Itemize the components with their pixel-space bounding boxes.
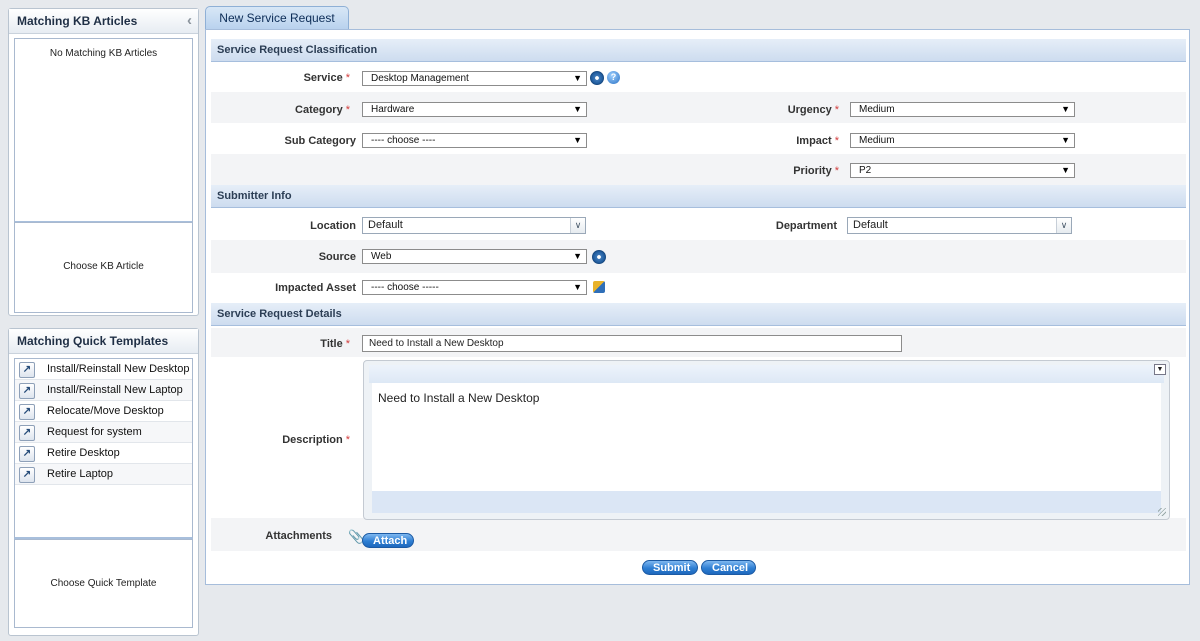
category-label: Category *	[295, 104, 350, 116]
description-label: Description *	[282, 434, 350, 446]
title-label: Title *	[320, 338, 350, 350]
tab-new-service-request[interactable]: New Service Request	[205, 6, 349, 29]
kb-article-preview: Choose KB Article	[14, 222, 193, 313]
cancel-button[interactable]: Cancel	[701, 560, 756, 575]
shortcut-arrow-icon: ↗	[19, 362, 35, 378]
kb-articles-list: No Matching KB Articles	[14, 38, 193, 223]
service-request-form: Service Request Classification Service * …	[205, 29, 1190, 585]
choose-quick-template-text: Choose Quick Template	[50, 578, 157, 589]
kb-panel-title: Matching KB Articles	[17, 14, 138, 28]
template-item[interactable]: ↗ Retire Desktop	[15, 443, 192, 464]
template-item[interactable]: ↗ Relocate/Move Desktop	[15, 401, 192, 422]
source-select[interactable]: Web ▼	[362, 249, 587, 264]
urgency-select[interactable]: Medium ▼	[850, 102, 1075, 117]
service-label: Service *	[303, 72, 350, 84]
shortcut-arrow-icon: ↗	[19, 383, 35, 399]
description-editor: ▼ Need to Install a New Desktop	[363, 360, 1170, 520]
submit-button[interactable]: Submit	[642, 560, 698, 575]
kb-panel-header: Matching KB Articles ‹	[9, 9, 198, 34]
shortcut-arrow-icon: ↗	[19, 425, 35, 441]
attachments-label: Attachments	[265, 530, 332, 542]
impacted-asset-label: Impacted Asset	[275, 282, 356, 294]
templates-list: ↗ Install/Reinstall New Desktop ↗ Install/…	[14, 358, 193, 539]
kb-articles-panel: Matching KB Articles ‹ No Matching KB Ar…	[8, 8, 199, 316]
quick-templates-panel: Matching Quick Templates ↗ Install/Reinst…	[8, 328, 199, 636]
priority-select[interactable]: P2 ▼	[850, 163, 1075, 178]
template-item[interactable]: ↗ Install/Reinstall New Desktop	[15, 359, 192, 380]
templates-panel-title: Matching Quick Templates	[17, 334, 169, 348]
gear-icon[interactable]	[592, 250, 606, 264]
kb-empty-message: No Matching KB Articles	[49, 48, 158, 59]
shortcut-arrow-icon: ↗	[19, 446, 35, 462]
location-combo[interactable]: Default ∨	[362, 217, 586, 234]
shortcut-arrow-icon: ↗	[19, 404, 35, 420]
description-textarea[interactable]: Need to Install a New Desktop	[372, 383, 1161, 491]
submitter-section-header: Submitter Info	[211, 185, 1186, 208]
service-select[interactable]: Desktop Management ▼	[362, 71, 587, 86]
source-label: Source	[318, 251, 356, 263]
templates-panel-header: Matching Quick Templates	[9, 329, 198, 354]
editor-footer	[372, 491, 1161, 513]
sub-category-select[interactable]: ---- choose ---- ▼	[362, 133, 587, 148]
location-label: Location	[310, 220, 356, 232]
template-preview: Choose Quick Template	[14, 539, 193, 628]
template-item[interactable]: ↗ Install/Reinstall New Laptop	[15, 380, 192, 401]
row-band	[211, 240, 1186, 273]
impact-label: Impact *	[796, 135, 839, 147]
details-section-header: Service Request Details	[211, 303, 1186, 326]
editor-menu-toggle-icon[interactable]: ▼	[1154, 364, 1166, 375]
editor-toolbar	[369, 365, 1164, 383]
attach-button[interactable]: Attach	[362, 533, 414, 548]
resize-grip-icon[interactable]	[1158, 508, 1166, 516]
template-item[interactable]: ↗ Retire Laptop	[15, 464, 192, 485]
impact-select[interactable]: Medium ▼	[850, 133, 1075, 148]
collapse-chevron-icon[interactable]: ‹	[187, 9, 192, 33]
priority-label: Priority *	[793, 165, 839, 177]
category-select[interactable]: Hardware ▼	[362, 102, 587, 117]
template-item[interactable]: ↗Request for system accesso...	[15, 422, 192, 458]
department-label: Department	[775, 220, 837, 232]
gear-icon[interactable]	[590, 71, 604, 85]
impacted-asset-select[interactable]: ---- choose ----- ▼	[362, 280, 587, 295]
choose-kb-article-text: Choose KB Article	[63, 261, 144, 272]
urgency-label: Urgency *	[787, 104, 839, 116]
classification-section-header: Service Request Classification	[211, 39, 1186, 62]
department-combo[interactable]: Default ∨	[847, 217, 1072, 234]
help-icon[interactable]: ?	[607, 71, 620, 84]
sub-category-label: Sub Category	[284, 135, 356, 147]
shortcut-arrow-icon: ↗	[19, 467, 35, 483]
title-input[interactable]: Need to Install a New Desktop	[362, 335, 902, 352]
asset-lookup-icon[interactable]	[593, 281, 605, 293]
